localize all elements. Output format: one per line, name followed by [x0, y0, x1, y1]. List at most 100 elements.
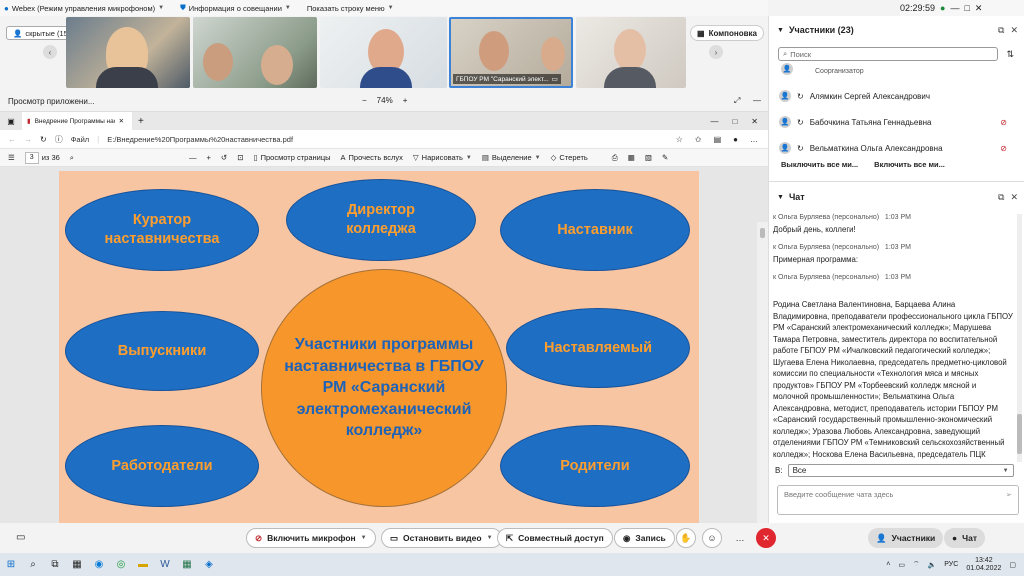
tray-chevron-icon[interactable]: ˄: [886, 561, 890, 568]
close-icon[interactable]: ✕: [1010, 25, 1018, 36]
recipient-select[interactable]: Все ▼: [787, 464, 1014, 477]
widgets-icon[interactable]: ▦: [66, 555, 88, 575]
participants-header[interactable]: ▼ Участники (23): [777, 25, 854, 35]
unmute-all-button[interactable]: Включить все ми...: [874, 160, 945, 169]
page-input[interactable]: 3: [24, 151, 39, 164]
meeting-info[interactable]: ⛊ Информация о совещании ▼: [180, 3, 291, 13]
captions-icon[interactable]: ▭: [16, 532, 25, 543]
minimize-icon[interactable]: —: [710, 117, 718, 126]
close-tab-icon[interactable]: ✕: [119, 117, 124, 125]
browser-tab-pdf[interactable]: ▮ Внедрение Программы настав ✕: [22, 112, 132, 130]
more-icon[interactable]: …: [750, 135, 758, 144]
erase-button[interactable]: ◇ Стереть: [551, 153, 588, 162]
search-icon[interactable]: ⌕: [70, 153, 74, 163]
task-view-icon[interactable]: ⧉: [44, 555, 66, 575]
zoom-in-icon[interactable]: +: [207, 153, 211, 162]
pop-out-icon[interactable]: ⤢: [734, 96, 740, 106]
favorites-icon[interactable]: ✩: [695, 135, 702, 144]
chat-button[interactable]: ● Чат: [944, 528, 986, 548]
chat-input[interactable]: Введите сообщение чата здесь ➢: [777, 485, 1019, 515]
zoom-in-button[interactable]: +: [403, 96, 408, 105]
zoom-out-icon[interactable]: —: [189, 153, 197, 162]
share-button[interactable]: ⇱ Совместный доступ: [497, 528, 613, 548]
close-icon[interactable]: ✕: [751, 117, 758, 126]
notifications-icon[interactable]: ▢: [1009, 561, 1016, 569]
edge-icon[interactable]: ◉: [88, 555, 110, 575]
chat-header[interactable]: ▼ Чат: [777, 192, 805, 202]
close-icon[interactable]: ✕: [1010, 192, 1018, 203]
mute-all-button[interactable]: Выключить все ми...: [781, 160, 858, 169]
fit-icon[interactable]: ⊡: [237, 153, 243, 162]
forward-icon[interactable]: →: [24, 135, 32, 144]
strip-next-button[interactable]: ›: [709, 45, 723, 59]
clock[interactable]: 13:42 01.04.2022: [966, 557, 1001, 573]
video-tile-1[interactable]: [66, 17, 190, 88]
excel-icon[interactable]: ▦: [176, 555, 198, 575]
pin-icon[interactable]: ✎: [662, 153, 668, 162]
webex-taskbar-icon[interactable]: ◈: [198, 555, 220, 575]
reactions-icon[interactable]: ☺: [702, 528, 722, 548]
folder-icon[interactable]: ▬: [132, 555, 154, 575]
stop-video-button[interactable]: ▭ Остановить видео ▼: [381, 528, 502, 548]
search-icon[interactable]: ⌕: [22, 555, 44, 575]
save-as-icon[interactable]: ▧: [645, 153, 652, 162]
language-indicator[interactable]: РУС: [944, 561, 958, 568]
chrome-icon[interactable]: ◎: [110, 555, 132, 575]
contents-icon[interactable]: ☰: [8, 153, 15, 162]
chat-scrollbar[interactable]: [1017, 214, 1022, 462]
draw-button[interactable]: ▽ Нарисовать ▼: [413, 153, 472, 162]
print-icon[interactable]: ⎙: [612, 153, 618, 163]
layout-button[interactable]: ▦ Компоновка: [690, 25, 764, 41]
new-tab-button[interactable]: +: [138, 116, 144, 127]
volume-icon[interactable]: 🔈: [928, 561, 937, 569]
participants-button[interactable]: 👤 Участники: [868, 528, 944, 548]
pop-out-icon[interactable]: ⧉: [998, 25, 1004, 36]
tab-actions-icon[interactable]: ▣: [0, 117, 22, 126]
muted-mic-icon[interactable]: ⊘: [1000, 144, 1007, 153]
highlight-button[interactable]: ▤ Выделение ▼: [482, 153, 541, 162]
network-icon[interactable]: ▭: [898, 561, 905, 569]
participant-row-2[interactable]: 👤 ↻ Бабочкина Татьяна Геннадьевна ⊘: [779, 109, 1017, 135]
participant-row-3[interactable]: 👤 ↻ Вельматкина Ольга Александровна ⊘: [779, 135, 1017, 161]
zoom-out-button[interactable]: −: [362, 96, 367, 105]
strip-prev-button[interactable]: ‹: [43, 45, 57, 59]
more-options-icon[interactable]: …: [730, 528, 750, 548]
end-call-button[interactable]: ✕: [756, 528, 776, 548]
participants-search[interactable]: ⌕ Поиск: [778, 47, 998, 61]
favorite-icon[interactable]: ☆: [676, 135, 683, 144]
word-icon[interactable]: W: [154, 555, 176, 575]
record-button[interactable]: ◉ Запись: [614, 528, 675, 548]
video-tile-5[interactable]: [576, 17, 686, 88]
refresh-icon[interactable]: ↻: [40, 135, 47, 144]
back-icon[interactable]: ←: [8, 135, 16, 144]
sort-icon[interactable]: ⇅: [1006, 49, 1014, 60]
maximize-icon[interactable]: □: [732, 117, 737, 126]
video-tile-3[interactable]: [320, 17, 447, 88]
app-title[interactable]: ● Webex (Режим управления микрофоном) ▼: [4, 4, 164, 13]
unmute-button[interactable]: ⊘ Включить микрофон ▼: [246, 528, 376, 548]
rotate-icon[interactable]: ↺: [221, 153, 227, 162]
address-url[interactable]: E:/Внедрение%20Программы%20наставничеств…: [107, 135, 293, 144]
minimize-icon[interactable]: —: [950, 3, 959, 13]
pdf-scrollbar[interactable]: [757, 222, 768, 524]
minimize-share-icon[interactable]: —: [753, 96, 761, 105]
close-icon[interactable]: ✕: [975, 3, 983, 14]
show-menu-bar[interactable]: Показать строку меню ▼: [307, 4, 394, 13]
page-view-button[interactable]: ▯ Просмотр страницы: [253, 153, 330, 162]
send-icon[interactable]: ➢: [1006, 490, 1012, 499]
participant-row-1[interactable]: 👤 ↻ Алямкин Сергей Александрович: [779, 83, 1017, 109]
read-aloud-button[interactable]: A Прочесть вслух: [341, 153, 403, 162]
scroll-thumb[interactable]: [1017, 414, 1022, 454]
profile-icon[interactable]: ●: [733, 135, 738, 144]
file-info-icon[interactable]: ⓘ: [55, 134, 63, 145]
save-icon[interactable]: ▦: [628, 153, 635, 162]
wifi-icon[interactable]: ⌔: [913, 560, 920, 569]
hand-icon[interactable]: ✋: [676, 528, 696, 548]
muted-mic-icon[interactable]: ⊘: [1000, 118, 1007, 127]
collections-icon[interactable]: ▤: [714, 135, 722, 144]
maximize-icon[interactable]: □: [964, 3, 969, 13]
scroll-thumb[interactable]: [760, 228, 765, 238]
video-tile-2[interactable]: [193, 17, 317, 88]
pop-out-icon[interactable]: ⧉: [998, 192, 1004, 203]
video-tile-4-active[interactable]: ГБПОУ РМ "Саранский элект... ▭: [449, 17, 573, 88]
